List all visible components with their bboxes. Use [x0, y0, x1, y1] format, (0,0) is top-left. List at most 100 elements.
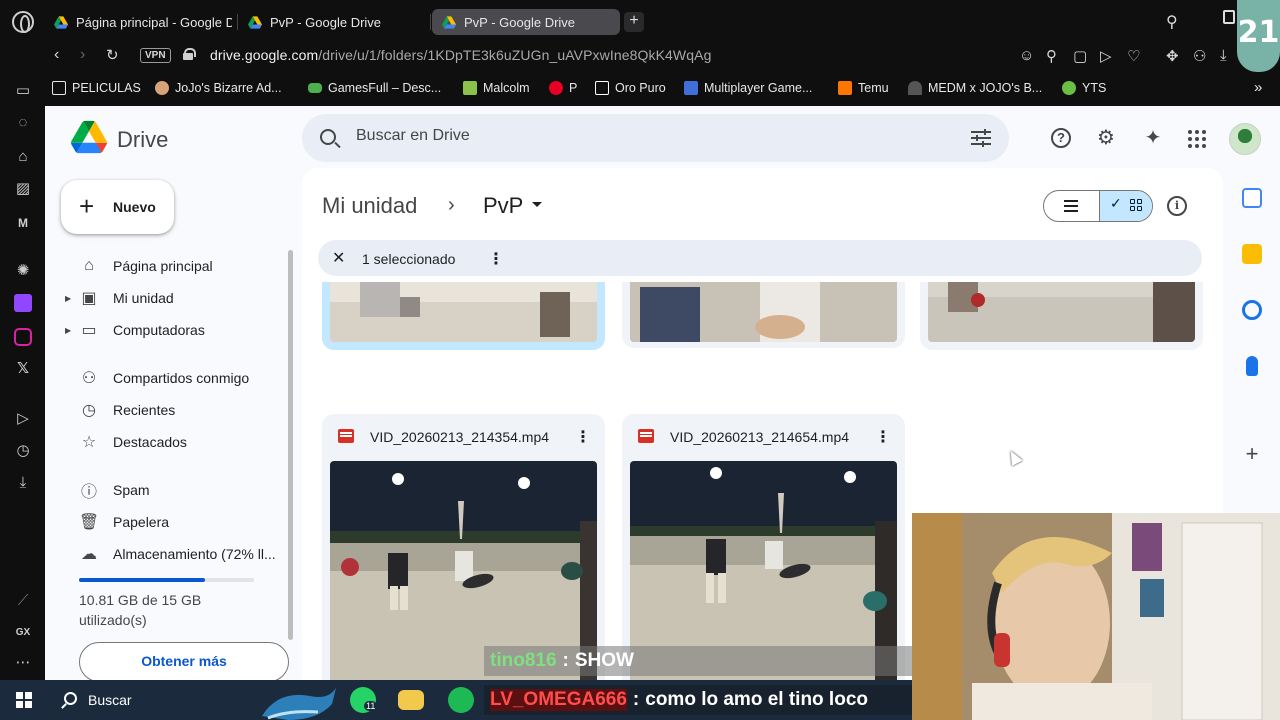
tools-icon[interactable]: ⟋: [14, 592, 32, 610]
search-tabs-icon[interactable]: ⚲: [1166, 12, 1178, 32]
back-icon[interactable]: ‹: [54, 46, 59, 64]
clear-selection-icon[interactable]: ✕: [332, 248, 345, 268]
expand-arrow-icon[interactable]: ▶: [65, 294, 71, 303]
video-thumbnail[interactable]: [330, 282, 597, 342]
contacts-icon[interactable]: [1246, 356, 1258, 376]
nav-computers[interactable]: ▶ ▭ Computadoras: [65, 316, 205, 344]
file-explorer-icon[interactable]: [398, 690, 424, 710]
list-view-button[interactable]: [1044, 191, 1099, 221]
bookmarks-overflow-icon[interactable]: »: [1254, 79, 1262, 96]
bookmark-peliculas[interactable]: PELICULAS: [52, 81, 141, 95]
file-name[interactable]: VID_20260213_214654.mp4: [670, 429, 849, 445]
nav-storage[interactable]: ☁ Almacenamiento (72% ll...: [67, 540, 276, 568]
google-apps-icon[interactable]: [1185, 127, 1206, 148]
calendar-icon[interactable]: [1242, 188, 1262, 208]
drive-logo-icon[interactable]: [71, 120, 107, 154]
heart-icon[interactable]: ♡: [1127, 47, 1140, 65]
tab-home[interactable]: Página principal - Google D: [44, 9, 232, 35]
search-icon[interactable]: [320, 129, 336, 145]
breadcrumb-my-drive[interactable]: Mi unidad: [322, 193, 417, 219]
bookmark-jojo[interactable]: JoJo's Bizarre Ad...: [155, 81, 282, 95]
gemini-sparkle-icon[interactable]: ✦: [1141, 126, 1165, 150]
whatsapp-icon[interactable]: 11: [350, 687, 378, 713]
keep-icon[interactable]: [1242, 244, 1262, 264]
nav-trash[interactable]: 🗑 Papelera: [67, 508, 169, 536]
get-addons-plus-icon[interactable]: +: [1242, 443, 1262, 465]
history-icon[interactable]: ◷: [14, 442, 32, 460]
chevron-down-icon[interactable]: [532, 202, 542, 207]
snapshot-icon[interactable]: ▢: [1073, 47, 1087, 65]
spotify-icon[interactable]: [448, 687, 474, 713]
file-card[interactable]: [322, 282, 605, 350]
more-options-icon[interactable]: ⋮: [875, 427, 891, 447]
details-info-icon[interactable]: i: [1167, 196, 1187, 216]
bookmark-medm[interactable]: MEDM x JOJO's B...: [908, 81, 1042, 95]
lock-icon[interactable]: [183, 48, 196, 60]
search-options-icon[interactable]: [971, 129, 991, 147]
sidebar-scrollbar[interactable]: [288, 250, 293, 640]
minimize-window-icon[interactable]: [1223, 10, 1235, 24]
tab-pvp[interactable]: PvP - Google Drive: [238, 9, 428, 35]
expand-arrow-icon[interactable]: ▶: [65, 326, 71, 335]
x-icon[interactable]: 𝕏: [14, 360, 32, 378]
extensions-icon[interactable]: ✥: [1166, 47, 1179, 65]
forward-icon[interactable]: ›: [80, 46, 85, 64]
windows-start-icon[interactable]: [16, 692, 32, 708]
bookmark-pinterest[interactable]: P: [549, 81, 577, 95]
nav-recent[interactable]: ◷ Recientes: [67, 396, 175, 424]
file-card[interactable]: VID_20260213_214654.mp4 ⋮: [622, 414, 905, 680]
search-input[interactable]: [356, 127, 916, 145]
twitch-icon[interactable]: [14, 294, 32, 312]
breadcrumb-current-folder[interactable]: PvP: [483, 193, 523, 219]
nav-spam[interactable]: ⓘ Spam: [67, 476, 150, 504]
url-field[interactable]: drive.google.com/drive/u/1/folders/1KDpT…: [210, 47, 711, 63]
grid-view-button[interactable]: ✓: [1099, 191, 1152, 221]
nav-shared-with-me[interactable]: ⚇ Compartidos conmigo: [67, 364, 249, 392]
settings-gear-icon[interactable]: ⚙: [1094, 126, 1118, 150]
file-card[interactable]: [920, 282, 1203, 350]
nav-my-drive[interactable]: ▶ ▣ Mi unidad: [65, 284, 174, 312]
pin-icon[interactable]: ⚲: [1046, 47, 1057, 65]
gx-icon[interactable]: GX: [14, 624, 32, 642]
tasks-icon[interactable]: [1242, 300, 1262, 320]
player-icon[interactable]: ▨: [14, 180, 32, 198]
more-icon[interactable]: ⋯: [14, 654, 32, 672]
avatar[interactable]: [1229, 123, 1261, 155]
send-icon[interactable]: ▷: [1100, 47, 1112, 65]
gamepad-icon[interactable]: ▭: [14, 82, 32, 100]
bookmark-gamesfull[interactable]: GamesFull – Desc...: [308, 81, 441, 95]
vpn-badge[interactable]: VPN: [140, 48, 171, 63]
profile-icon[interactable]: ⚇: [1193, 47, 1206, 65]
m-icon[interactable]: M: [14, 214, 32, 232]
instagram-icon[interactable]: [14, 328, 32, 346]
bookmark-multiplayer[interactable]: Multiplayer Game...: [684, 81, 812, 95]
aria-icon[interactable]: ◌: [14, 114, 32, 132]
video-thumbnail[interactable]: [928, 282, 1195, 342]
bookmark-temu[interactable]: Temu: [838, 81, 889, 95]
more-actions-icon[interactable]: ⋮: [488, 249, 504, 269]
bag-icon[interactable]: ⌂: [14, 148, 32, 166]
bookmark-yts[interactable]: YTS: [1062, 81, 1106, 95]
emoji-icon[interactable]: ☺: [1019, 47, 1034, 64]
reload-icon[interactable]: ↻: [106, 46, 119, 64]
chatgpt-icon[interactable]: ✺: [14, 262, 32, 280]
nav-starred[interactable]: ☆ Destacados: [67, 428, 187, 456]
file-card[interactable]: [622, 282, 905, 348]
downloads-icon[interactable]: ⤓: [14, 474, 32, 492]
download-icon[interactable]: ⤓: [1220, 47, 1227, 64]
bookmark-oro-puro[interactable]: Oro Puro: [595, 81, 666, 95]
bookmark-malcolm[interactable]: Malcolm: [463, 81, 530, 95]
taskbar-search[interactable]: Buscar: [50, 680, 340, 720]
video-thumbnail[interactable]: [630, 282, 897, 342]
search-bar[interactable]: [302, 114, 1009, 162]
drive-app-name[interactable]: Drive: [117, 127, 168, 153]
new-tab-button[interactable]: +: [624, 12, 644, 32]
more-options-icon[interactable]: ⋮: [575, 427, 591, 447]
new-button[interactable]: + Nuevo: [61, 180, 174, 234]
file-name[interactable]: VID_20260213_214354.mp4: [370, 429, 549, 445]
send-icon[interactable]: ▷: [14, 410, 32, 428]
file-card[interactable]: VID_20260213_214354.mp4 ⋮: [322, 414, 605, 680]
opera-logo-icon[interactable]: [12, 11, 34, 33]
nav-home[interactable]: ⌂ Página principal: [67, 252, 212, 280]
help-icon[interactable]: ?: [1051, 128, 1071, 148]
